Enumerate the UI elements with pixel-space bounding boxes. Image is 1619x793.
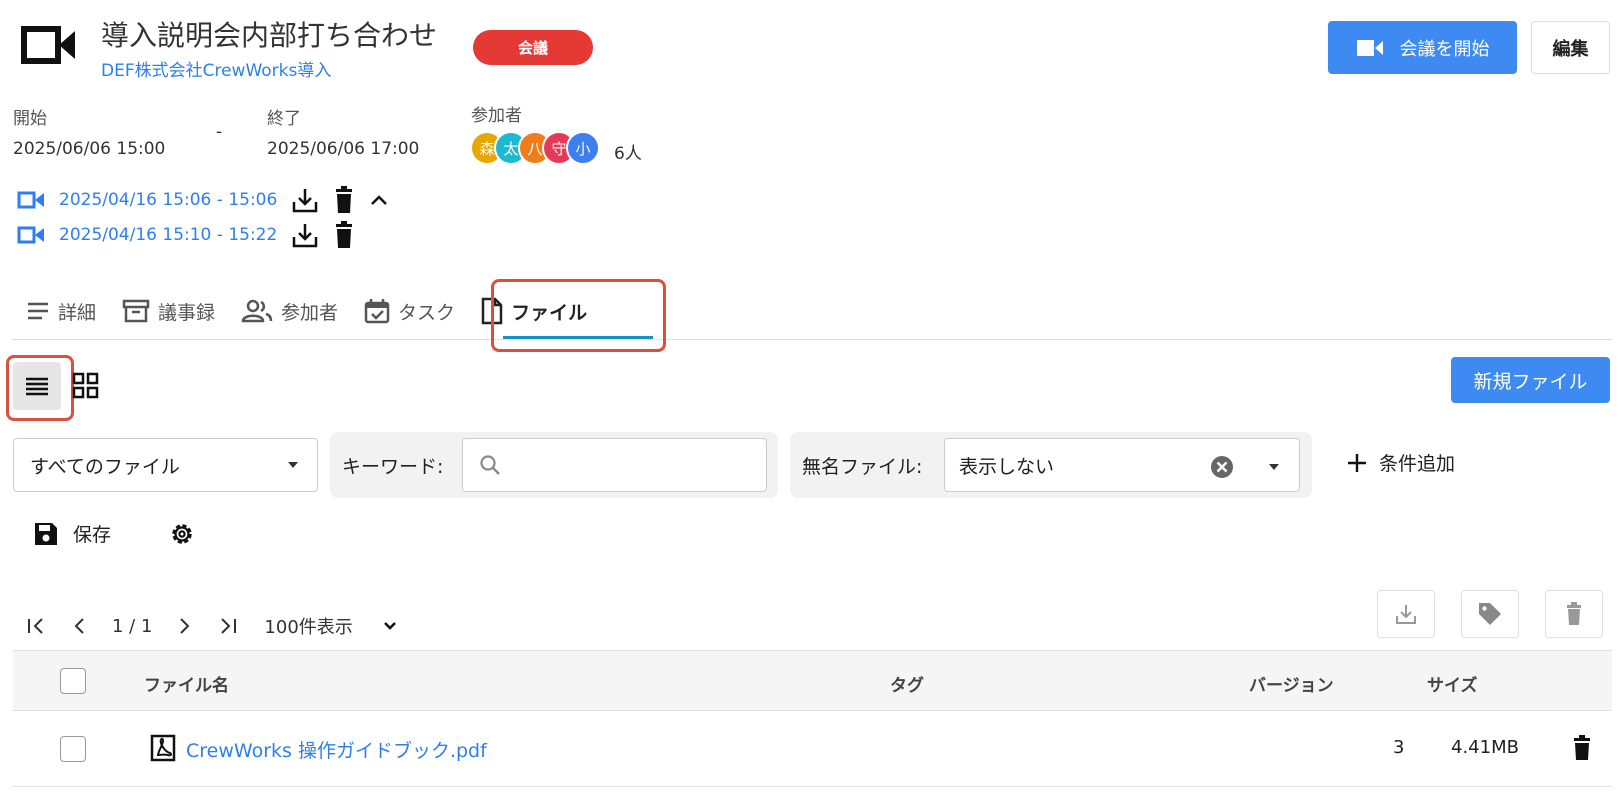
clear-icon[interactable] — [1210, 455, 1234, 479]
per-page-value: 100件表示 — [264, 617, 353, 638]
chevron-up-icon[interactable] — [369, 193, 389, 207]
lines-icon — [26, 301, 50, 321]
column-tag[interactable]: タグ — [890, 671, 924, 696]
archive-icon — [122, 299, 150, 323]
tab-label: 詳細 — [58, 301, 97, 324]
recording-row: 2025/04/16 15:10 - 15:22 — [17, 220, 355, 250]
calendar-check-icon — [364, 298, 390, 324]
unnamed-file-value: 表示しない — [959, 455, 1055, 478]
bulk-download-button[interactable] — [1377, 590, 1435, 638]
start-meeting-label: 会議を開始 — [1399, 38, 1490, 60]
recording-link[interactable]: 2025/04/16 15:10 - 15:22 — [59, 225, 277, 245]
column-size[interactable]: サイズ — [1427, 671, 1478, 696]
prev-page-icon[interactable] — [72, 617, 86, 635]
video-camera-icon — [1356, 38, 1384, 58]
tab-label: 参加者 — [281, 301, 339, 324]
start-meeting-button[interactable]: 会議を開始 — [1328, 21, 1517, 74]
select-all-checkbox[interactable] — [60, 668, 86, 694]
tab-minutes[interactable]: 議事録 — [122, 298, 215, 325]
bulk-delete-button[interactable] — [1545, 590, 1603, 638]
unnamed-file-label: 無名ファイル: — [802, 456, 923, 478]
video-camera-icon — [17, 191, 45, 209]
recording-link[interactable]: 2025/04/16 15:06 - 15:06 — [59, 190, 277, 210]
download-icon[interactable] — [291, 186, 319, 214]
avatar[interactable]: 小 — [566, 131, 600, 165]
recording-row: 2025/04/16 15:06 - 15:06 — [17, 185, 389, 215]
search-icon — [479, 454, 501, 476]
keyword-input[interactable] — [462, 438, 767, 492]
file-scope-value: すべてのファイル — [30, 455, 180, 478]
start-label: 開始 — [13, 109, 47, 129]
file-name-link[interactable]: CrewWorks 操作ガイドブック.pdf — [186, 736, 487, 763]
participants-count: 6人 — [614, 144, 642, 164]
grid-view-button[interactable] — [72, 372, 100, 400]
page-indicator: 1 / 1 — [112, 615, 153, 637]
trash-icon[interactable] — [1572, 735, 1592, 761]
column-version[interactable]: バージョン — [1249, 671, 1334, 696]
first-page-icon[interactable] — [26, 617, 46, 635]
tag-icon — [1477, 601, 1503, 627]
table-row[interactable]: CrewWorks 操作ガイドブック.pdf 3 4.41MB — [13, 711, 1612, 787]
new-file-button[interactable]: 新規ファイル — [1451, 357, 1610, 403]
people-icon — [241, 299, 273, 323]
file-size: 4.41MB — [1451, 737, 1519, 758]
tab-participants[interactable]: 参加者 — [241, 298, 338, 325]
last-page-icon[interactable] — [218, 617, 238, 635]
edit-button[interactable]: 編集 — [1531, 21, 1610, 74]
video-camera-icon — [21, 25, 77, 65]
column-name[interactable]: ファイル名 — [144, 671, 229, 696]
unnamed-file-select[interactable]: 表示しない — [944, 438, 1300, 492]
start-value: 2025/06/06 15:00 — [13, 139, 166, 159]
tab-label: タスク — [398, 301, 456, 324]
save-icon — [33, 521, 59, 547]
caret-down-icon — [287, 461, 299, 469]
add-condition-label: 条件追加 — [1379, 453, 1456, 475]
next-page-icon[interactable] — [178, 617, 192, 635]
row-checkbox[interactable] — [60, 736, 86, 762]
grid-icon — [72, 372, 100, 400]
trash-icon[interactable] — [333, 221, 355, 249]
time-separator: - — [216, 122, 223, 142]
end-label: 終了 — [267, 109, 301, 129]
table-header: ファイル名 タグ バージョン サイズ — [13, 650, 1612, 711]
project-link[interactable]: DEF株式会社CrewWorks導入 — [101, 56, 331, 81]
tab-divider — [12, 339, 1612, 340]
chevron-down-icon — [383, 621, 397, 631]
participants-label: 参加者 — [471, 106, 522, 126]
plus-icon — [1347, 453, 1367, 473]
trash-icon[interactable] — [333, 186, 355, 214]
end-value: 2025/06/06 17:00 — [267, 139, 420, 159]
bulk-tag-button[interactable] — [1461, 590, 1519, 638]
highlight-box — [6, 355, 74, 421]
save-label: 保存 — [73, 524, 112, 546]
file-scope-select[interactable]: すべてのファイル — [13, 438, 318, 492]
tab-tasks[interactable]: タスク — [364, 298, 455, 325]
video-camera-icon — [17, 226, 45, 244]
gear-icon[interactable] — [168, 520, 196, 548]
participant-avatars[interactable]: 森 太 八 守 小 — [470, 131, 600, 165]
page-title: 導入説明会内部打ち合わせ — [101, 19, 438, 52]
trash-icon — [1565, 602, 1583, 626]
add-condition-button[interactable]: 条件追加 — [1347, 449, 1455, 476]
keyword-label: キーワード: — [342, 456, 444, 478]
tab-details[interactable]: 詳細 — [26, 298, 96, 325]
tab-label: 議事録 — [158, 301, 216, 324]
highlight-box — [491, 279, 666, 352]
pdf-file-icon — [150, 734, 176, 762]
pagination: 1 / 1 100件表示 — [26, 613, 449, 639]
file-version: 3 — [1393, 737, 1405, 758]
per-page-select[interactable]: 100件表示 — [264, 613, 422, 639]
save-button[interactable]: 保存 — [33, 520, 111, 547]
status-badge: 会議 — [473, 30, 593, 65]
download-icon — [1394, 602, 1418, 626]
download-icon[interactable] — [291, 221, 319, 249]
caret-down-icon[interactable] — [1268, 463, 1280, 471]
